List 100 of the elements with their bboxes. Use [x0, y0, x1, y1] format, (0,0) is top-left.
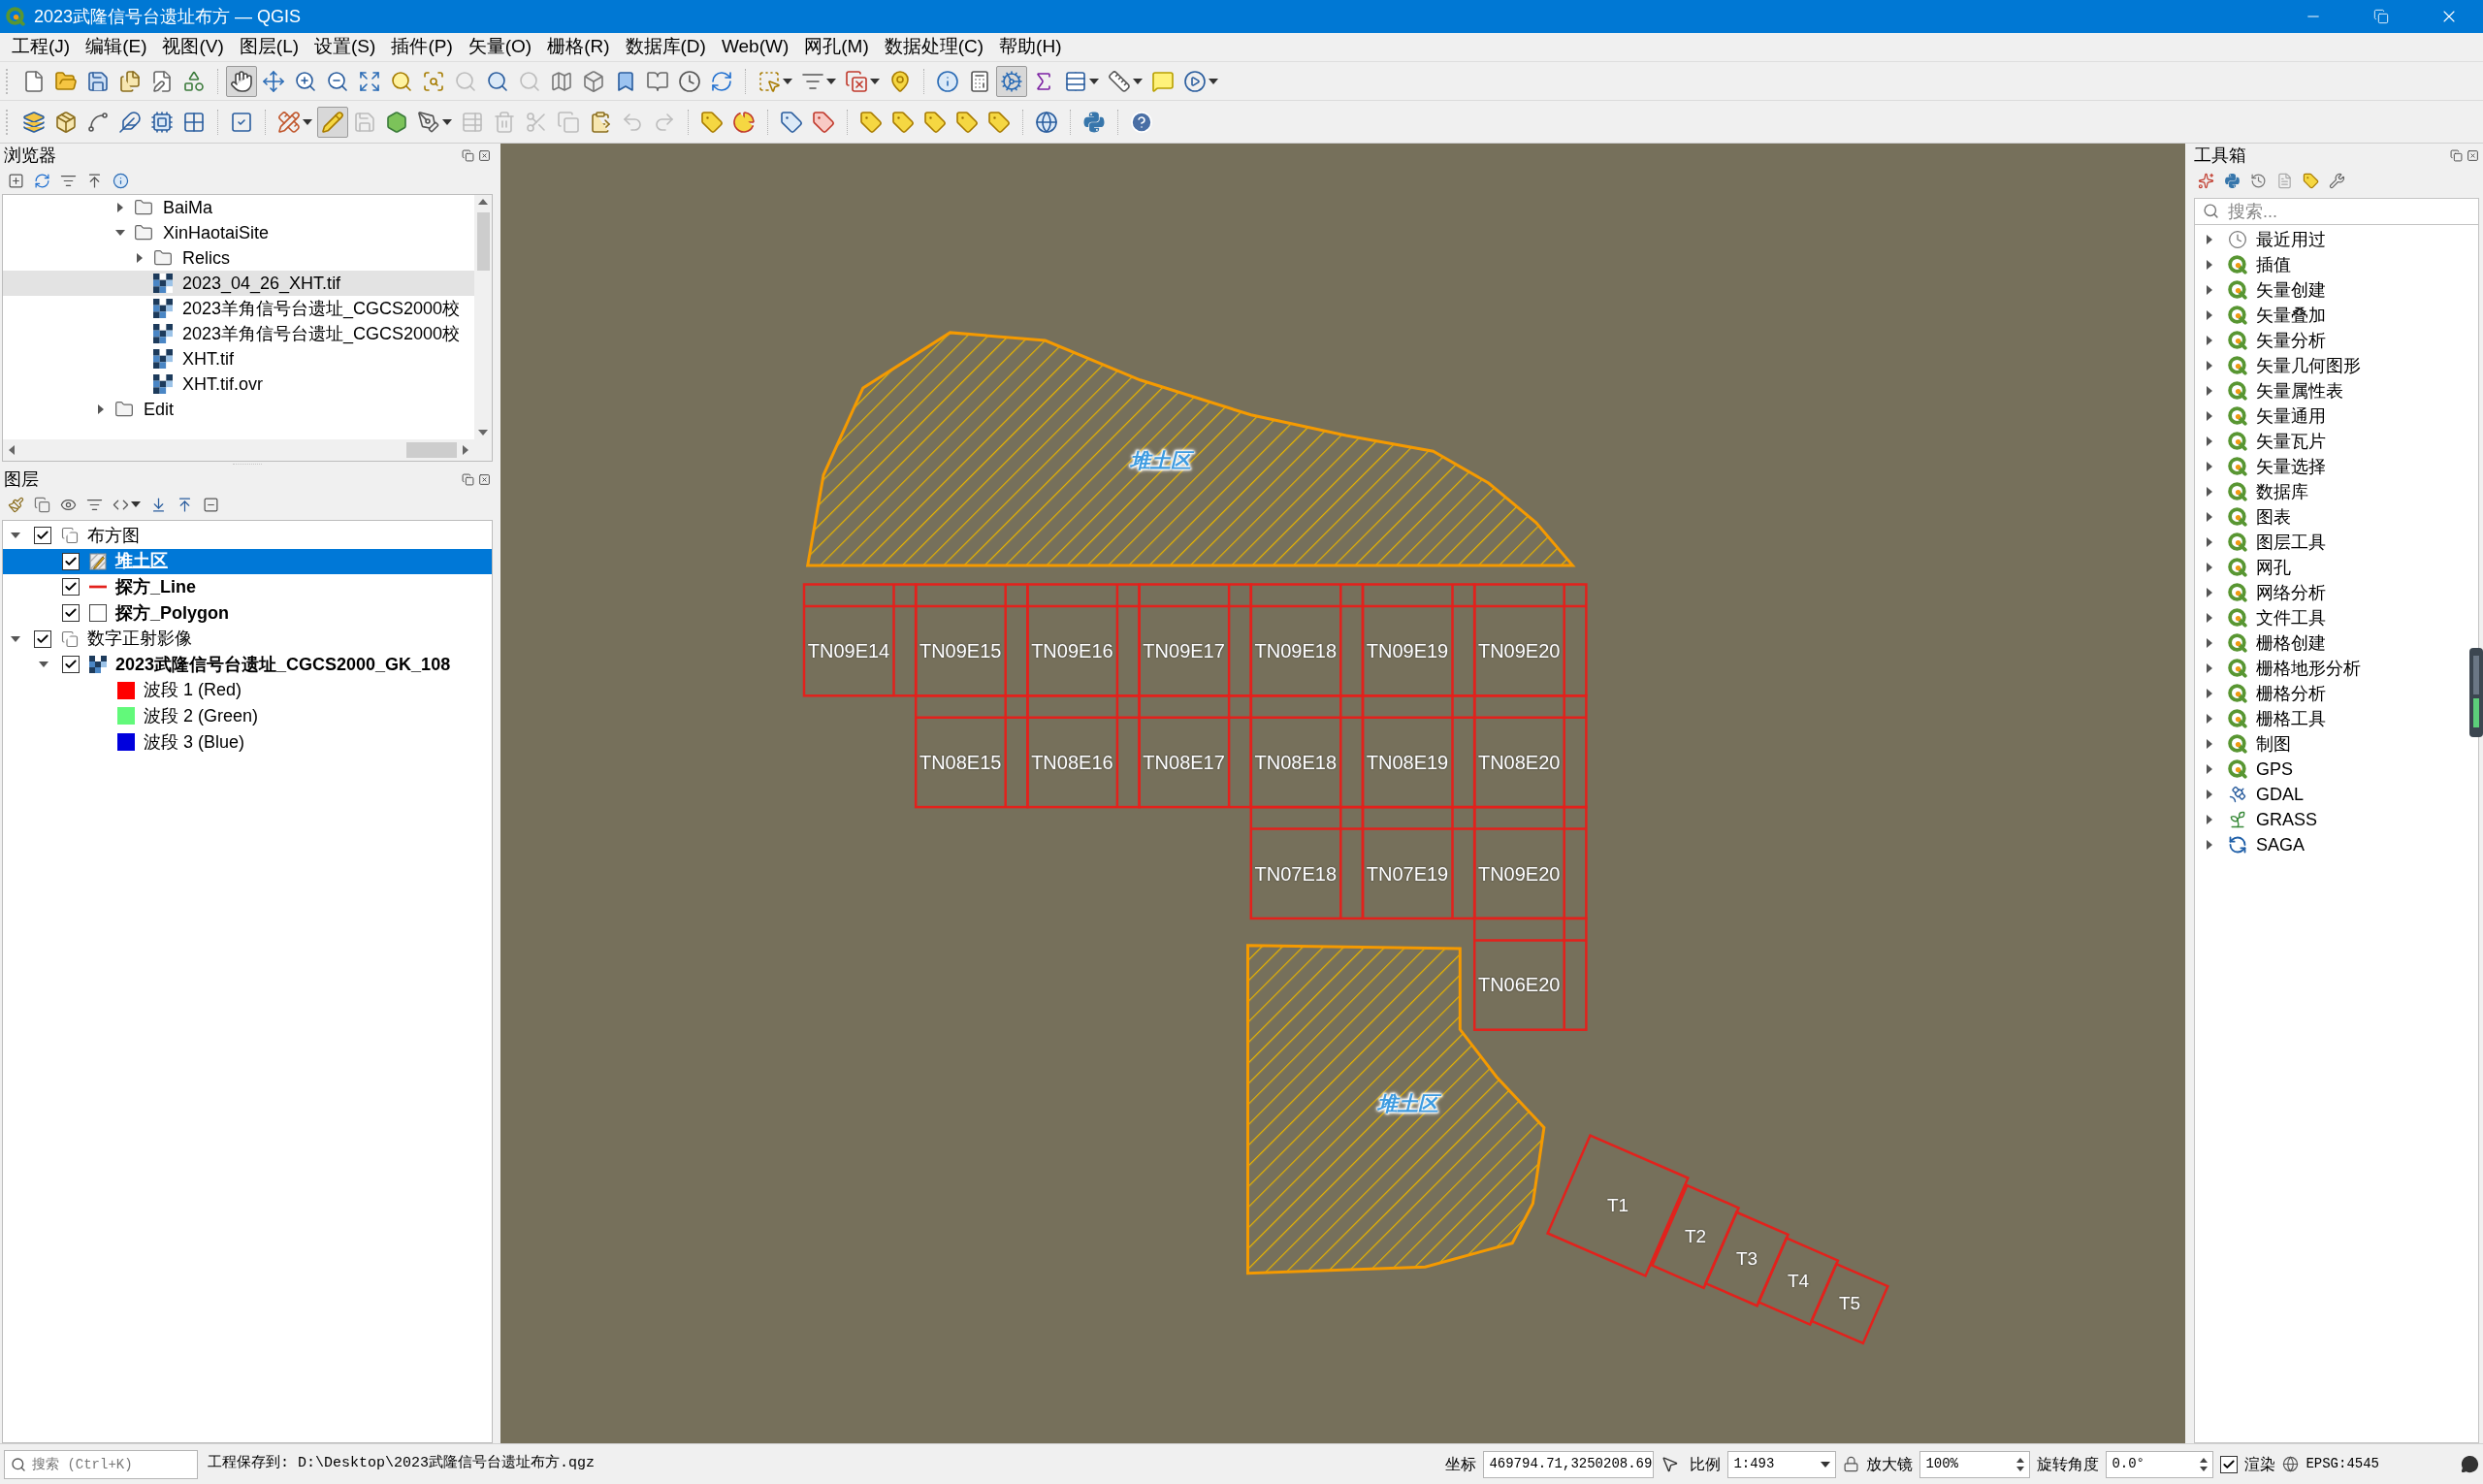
toolbox-group[interactable]: 栅格创建 — [2195, 630, 2330, 656]
browser-item[interactable]: XHT.tif.ovr — [3, 371, 474, 397]
horizontal-scrollbar[interactable] — [3, 439, 492, 461]
spin-arrows-icon[interactable] — [2200, 1457, 2209, 1471]
toolbox-group[interactable]: 栅格地形分析 — [2195, 656, 2365, 681]
expand-arrow-icon[interactable] — [2205, 462, 2214, 471]
expand-arrow-icon[interactable] — [96, 404, 106, 414]
python-icon[interactable] — [2224, 172, 2241, 189]
menu-item[interactable]: 栅格(R) — [539, 33, 618, 61]
menu-item[interactable]: 数据处理(C) — [876, 33, 992, 61]
expand-arrow-icon[interactable] — [2205, 235, 2214, 244]
up-arrow-bar-icon[interactable] — [177, 496, 193, 513]
menu-item[interactable]: Web(W) — [713, 33, 797, 61]
expand-arrow-icon[interactable] — [2205, 361, 2214, 371]
checkbox[interactable] — [62, 604, 80, 623]
expand-arrow-icon[interactable] — [2205, 411, 2214, 421]
refresh-icon[interactable] — [34, 172, 50, 189]
expand-arrow-icon[interactable] — [2205, 285, 2214, 295]
restore-icon[interactable] — [2373, 9, 2389, 24]
browser-item[interactable]: Relics — [3, 245, 474, 271]
browser-item[interactable]: XHT.tif — [3, 346, 474, 371]
scrollbar-thumb[interactable] — [476, 212, 490, 271]
toolbox-group[interactable]: 数据库 — [2195, 479, 2312, 504]
menu-item[interactable]: 设置(S) — [306, 33, 384, 61]
pointer-icon[interactable] — [1661, 1455, 1680, 1473]
menu-item[interactable]: 视图(V) — [154, 33, 232, 61]
menu-item[interactable]: 帮助(H) — [991, 33, 1070, 61]
history-icon[interactable] — [2250, 172, 2267, 189]
expand-arrow-icon[interactable] — [2205, 386, 2214, 396]
checkbox[interactable] — [62, 656, 80, 674]
expand-arrow-icon[interactable] — [2205, 336, 2214, 345]
layer-item[interactable]: 2023武隆信号台遗址_CGCS2000_GK_108 — [3, 651, 492, 678]
toolbox-group[interactable]: 矢量几何图形 — [2195, 353, 2365, 378]
layer-item[interactable]: 探方_Line — [3, 574, 492, 600]
search-field[interactable]: 搜索... — [2194, 198, 2479, 225]
rotation-spinbox[interactable]: 0.0° — [2106, 1450, 2214, 1478]
magnifier-spinbox[interactable]: 100% — [1919, 1450, 2031, 1478]
tag-icon[interactable] — [2303, 172, 2319, 189]
spin-arrows-icon[interactable] — [2016, 1457, 2025, 1471]
expand-arrow-icon[interactable] — [2205, 487, 2214, 497]
toolbox-group[interactable]: 网孔 — [2195, 555, 2295, 580]
toolbox-group[interactable]: 矢量叠加 — [2195, 303, 2330, 328]
lock-icon[interactable] — [1843, 1456, 1860, 1472]
toolbox-group[interactable]: 矢量选择 — [2195, 454, 2330, 479]
crs-code[interactable]: EPSG:4545 — [2306, 1454, 2379, 1474]
vertical-scrollbar[interactable] — [474, 195, 492, 439]
toolbox-group[interactable]: GPS — [2195, 757, 2297, 782]
browser-item[interactable]: XinHaotaiSite — [3, 220, 474, 245]
browser-item[interactable]: 2023羊角信号台遗址_CGCS2000校 — [3, 296, 474, 321]
layer-item[interactable]: 探方_Polygon — [3, 599, 492, 627]
expand-arrow-icon[interactable] — [2205, 764, 2214, 774]
expand-arrow-icon[interactable] — [115, 203, 125, 212]
down-arrow-bar-icon[interactable] — [150, 496, 167, 513]
close-icon[interactable] — [478, 148, 491, 162]
expand-arrow-icon[interactable] — [2205, 663, 2214, 673]
info-icon[interactable] — [113, 172, 129, 189]
toolbox-group[interactable]: SAGA — [2195, 832, 2309, 857]
scroll-up-arrow-icon[interactable] — [478, 199, 488, 205]
toolbox-group[interactable]: 矢量创建 — [2195, 277, 2330, 303]
checkbox[interactable] — [34, 527, 51, 545]
wrench-icon[interactable] — [2329, 172, 2345, 189]
expand-arrow-icon[interactable] — [115, 228, 125, 238]
expand-arrow-icon[interactable] — [2205, 638, 2214, 648]
stacked-pages-icon[interactable] — [34, 496, 50, 513]
scroll-right-arrow-icon[interactable] — [463, 445, 468, 455]
expand-arrow-icon[interactable] — [2205, 840, 2214, 850]
menu-item[interactable]: 工程(J) — [4, 33, 79, 61]
expand-arrow-icon[interactable] — [2205, 613, 2214, 623]
browser-item[interactable]: Edit — [3, 397, 474, 422]
sparkles-icon[interactable] — [2198, 172, 2214, 189]
checkbox[interactable] — [2220, 1455, 2239, 1473]
toolbox-group[interactable]: 图层工具 — [2195, 530, 2330, 555]
expand-arrow-icon[interactable] — [2205, 436, 2214, 446]
close-icon[interactable] — [478, 472, 491, 486]
square-minus-icon[interactable] — [203, 496, 219, 513]
menu-item[interactable]: 编辑(E) — [78, 33, 155, 61]
browser-item[interactable]: 2023_04_26_XHT.tif — [3, 271, 474, 296]
expand-arrow-icon[interactable] — [2205, 588, 2214, 597]
overlapping-squares-icon[interactable] — [462, 472, 474, 486]
overlapping-squares-icon[interactable] — [462, 148, 474, 162]
toolbox-group[interactable]: 文件工具 — [2195, 605, 2330, 630]
toolbox-group[interactable]: 栅格工具 — [2195, 706, 2330, 731]
up-arrow-bar-icon[interactable] — [86, 172, 103, 189]
layer-item[interactable]: 布方图 — [3, 523, 492, 549]
checkbox[interactable] — [62, 578, 80, 597]
toolbox-group[interactable]: 矢量通用 — [2195, 403, 2330, 429]
expand-arrow-icon[interactable] — [2205, 537, 2214, 547]
browser-item[interactable]: 2023羊角信号台遗址_CGCS2000校 — [3, 321, 474, 346]
checkbox[interactable] — [34, 629, 51, 648]
square-plus-icon[interactable] — [8, 172, 24, 189]
paintbrush-icon[interactable] — [8, 496, 24, 513]
globe-icon[interactable] — [2282, 1456, 2300, 1472]
toolbox-group[interactable]: 插值 — [2195, 252, 2295, 277]
close-icon[interactable] — [2467, 148, 2479, 162]
checkbox[interactable] — [62, 552, 80, 570]
expand-arrow-icon[interactable] — [2205, 310, 2214, 320]
scale-dropdown[interactable]: 1:493 — [1727, 1450, 1837, 1478]
toolbar-button[interactable] — [996, 65, 1027, 97]
toolbox-group[interactable]: 图表 — [2195, 504, 2295, 530]
layer-item[interactable]: 数字正射影像 — [3, 626, 492, 652]
